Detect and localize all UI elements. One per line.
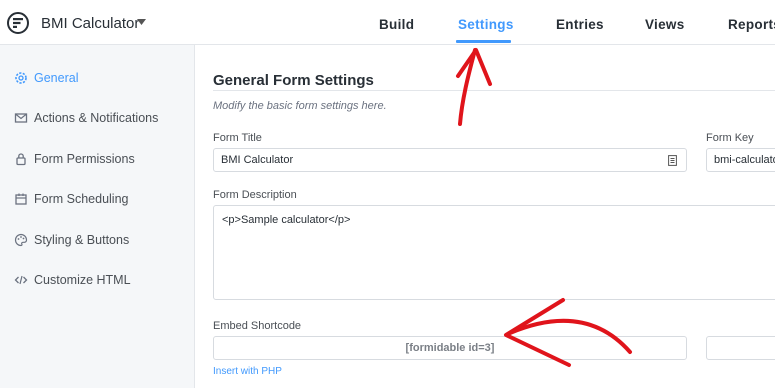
- palette-icon: [13, 232, 29, 248]
- annotation-arrow-settings: [458, 48, 477, 126]
- gear-icon: [13, 70, 29, 86]
- chevron-down-icon[interactable]: [137, 19, 146, 25]
- envelope-icon: [13, 110, 29, 126]
- sidebar-item-actions-notifications[interactable]: Actions & Notifications: [0, 103, 194, 133]
- form-key-value: bmi-calculator: [714, 154, 775, 166]
- tab-views[interactable]: Views: [645, 17, 685, 32]
- sidebar-item-customize-html[interactable]: Customize HTML: [0, 265, 194, 295]
- form-title-label: Form Title: [213, 132, 262, 144]
- sidebar-item-label: Customize HTML: [34, 273, 131, 287]
- sidebar-item-label: Styling & Buttons: [34, 233, 130, 247]
- sidebar-item-label: Actions & Notifications: [34, 111, 159, 125]
- form-key-input[interactable]: bmi-calculator: [706, 148, 775, 172]
- sidebar-item-styling-buttons[interactable]: Styling & Buttons: [0, 225, 194, 255]
- divider: [213, 90, 775, 91]
- tab-reports[interactable]: Reports: [728, 17, 775, 32]
- code-icon: [13, 272, 29, 288]
- form-description-value: <p>Sample calculator</p>: [222, 214, 351, 226]
- form-description-textarea[interactable]: <p>Sample calculator</p>: [213, 205, 775, 300]
- form-name-dropdown[interactable]: BMI Calculator: [41, 15, 139, 32]
- sidebar-item-general[interactable]: General: [0, 63, 194, 93]
- sidebar-item-label: General: [34, 71, 79, 85]
- formidable-logo-icon[interactable]: [7, 12, 29, 34]
- lock-icon: [13, 151, 29, 167]
- page-subtitle: Modify the basic form settings here.: [213, 100, 387, 112]
- settings-sidebar: General Actions & Notifications Form Per…: [0, 45, 195, 388]
- form-title-input[interactable]: BMI Calculator: [213, 148, 687, 172]
- sidebar-item-label: Form Permissions: [34, 152, 135, 166]
- tab-entries[interactable]: Entries: [556, 17, 604, 32]
- embed-shortcode-secondary-field[interactable]: [706, 336, 775, 360]
- insert-with-php-link[interactable]: Insert with PHP: [213, 366, 282, 377]
- field-options-icon[interactable]: [668, 155, 677, 166]
- form-description-label: Form Description: [213, 189, 297, 201]
- embed-shortcode-value: [formidable id=3]: [405, 342, 495, 354]
- tab-settings[interactable]: Settings: [458, 17, 514, 32]
- embed-shortcode-field[interactable]: [formidable id=3]: [213, 336, 687, 360]
- tab-build[interactable]: Build: [379, 17, 414, 32]
- annotation-arrowhead-settings: [456, 48, 492, 86]
- embed-shortcode-label: Embed Shortcode: [213, 320, 302, 332]
- form-title-value: BMI Calculator: [221, 154, 294, 166]
- top-bar: BMI Calculator Build Settings Entries Vi…: [0, 0, 775, 45]
- sidebar-item-form-scheduling[interactable]: Form Scheduling: [0, 184, 194, 214]
- sidebar-item-form-permissions[interactable]: Form Permissions: [0, 144, 194, 174]
- page-title: General Form Settings: [213, 72, 374, 89]
- calendar-icon: [13, 191, 29, 207]
- sidebar-item-label: Form Scheduling: [34, 192, 129, 206]
- active-tab-indicator: [456, 40, 511, 43]
- form-key-label: Form Key: [706, 132, 754, 144]
